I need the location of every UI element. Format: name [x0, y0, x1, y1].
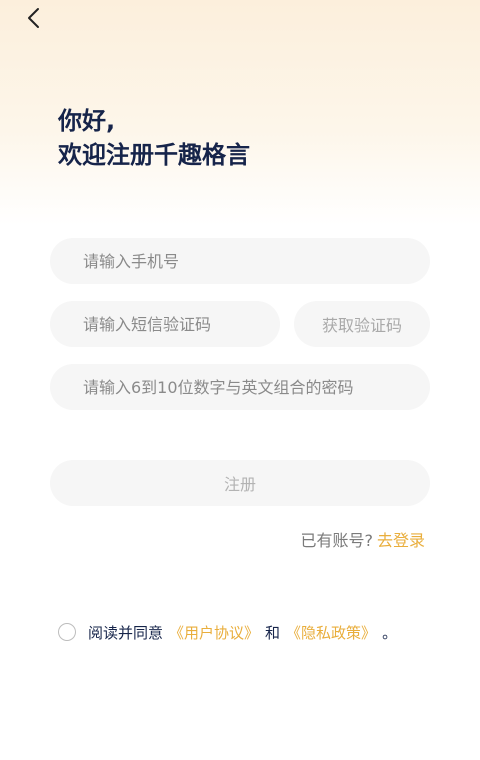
agreement-checkbox[interactable]: [58, 623, 76, 641]
phone-field[interactable]: [50, 238, 430, 284]
login-link[interactable]: 去登录: [377, 531, 425, 550]
password-input[interactable]: [83, 364, 430, 410]
back-button[interactable]: [18, 4, 48, 34]
greeting-line-1: 你好,: [58, 107, 116, 135]
agreement-and: 和: [265, 623, 281, 642]
sms-code-field[interactable]: [50, 301, 280, 347]
user-agreement-link[interactable]: 《用户协议》: [169, 622, 259, 643]
register-button[interactable]: 注册: [50, 460, 430, 506]
agreement-prefix: 阅读并同意: [88, 623, 164, 642]
get-code-button[interactable]: 获取验证码: [294, 301, 430, 347]
greeting-line-2: 欢迎注册千趣格言: [58, 141, 250, 169]
password-field[interactable]: [50, 364, 430, 410]
privacy-policy-link[interactable]: 《隐私政策》: [286, 622, 376, 643]
login-prompt: 已有账号?: [300, 531, 373, 550]
login-row: 已有账号? 去登录: [300, 527, 425, 551]
phone-input[interactable]: [83, 238, 430, 284]
agreement-suffix: 。: [382, 623, 398, 642]
agreement-row: 阅读并同意 《用户协议》 和 《隐私政策》 。: [58, 621, 397, 643]
sms-code-input[interactable]: [83, 301, 280, 347]
chevron-left-icon: [28, 8, 39, 28]
